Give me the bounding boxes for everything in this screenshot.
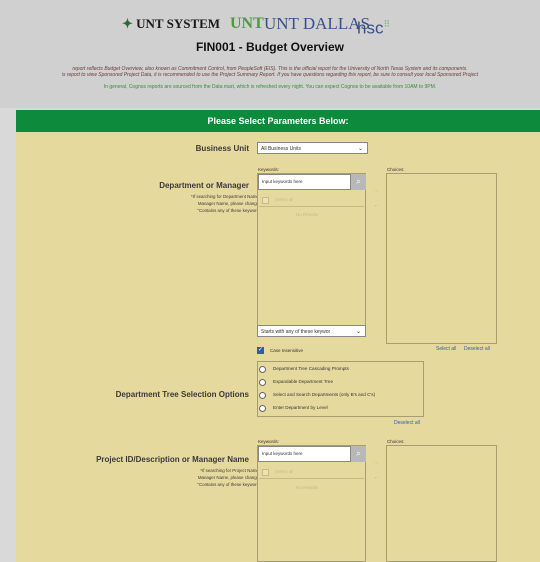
tree-option-label: Select and Search Departments (only B's … xyxy=(273,392,376,397)
search-icon[interactable]: ⌕ xyxy=(351,446,366,462)
chevron-down-icon: ⌄ xyxy=(355,329,361,335)
tree-deselect-all-link[interactable]: Deselect all xyxy=(394,420,420,426)
parameters-form: Business Unit All Business Units ⌄ Depart… xyxy=(16,132,540,562)
tree-option-label: Enter Department by Level xyxy=(273,405,328,410)
case-insensitive-label: Case Insensitive xyxy=(270,348,304,353)
divider xyxy=(259,478,364,479)
availability-note: In general, Cognos reports are sourced f… xyxy=(103,84,437,90)
case-insensitive-checkbox[interactable]: ✓ xyxy=(257,347,264,354)
star-icon: ✦ xyxy=(122,16,133,31)
business-unit-label: Business Unit xyxy=(195,144,249,153)
match-mode-select[interactable]: Starts with any of these keywor ⌄ xyxy=(257,325,366,337)
unt-system-logo: ✦ UNT SYSTEM xyxy=(122,16,221,31)
unt-dallas-logo: UNT DALLAS xyxy=(264,14,370,33)
project-hint: *If searching for Project Name or Manage… xyxy=(197,468,264,487)
project-keywords-label: Keywords: xyxy=(258,439,280,444)
project-choices-label: Choices: xyxy=(387,439,405,444)
project-label: Project ID/Description or Manager Name xyxy=(96,455,249,464)
department-results-list xyxy=(257,173,366,328)
logo-bar: ✦ UNT SYSTEM UNT UNT DALLAS hsc⠿ xyxy=(0,12,540,38)
arrow-left-icon[interactable]: ← xyxy=(373,474,380,481)
radio-select-search[interactable] xyxy=(259,392,266,399)
no-results-text: No Results xyxy=(296,212,319,217)
tree-option-label: Expandable Department Tree xyxy=(273,379,334,384)
info-note: is report to view Sponsored Project Data… xyxy=(61,72,479,78)
choices-label: Choices: xyxy=(387,167,405,172)
select-all-label: Select all xyxy=(275,197,294,202)
radio-enter-level[interactable] xyxy=(259,405,266,412)
unt-logo: UNT xyxy=(230,15,264,32)
dots-icon: ⠿ xyxy=(383,19,391,29)
arrow-left-icon[interactable]: ← xyxy=(373,202,380,209)
keywords-label: Keywords: xyxy=(258,167,280,172)
project-results-list xyxy=(257,445,366,562)
chevron-down-icon: ⌄ xyxy=(357,146,363,152)
page-title: FIN001 - Budget Overview xyxy=(195,40,345,54)
tree-option-label: Department Tree Cascading Prompts xyxy=(273,366,349,371)
arrow-right-icon[interactable]: → xyxy=(373,459,380,466)
parameters-banner: Please Select Parameters Below: xyxy=(16,110,540,132)
department-hint: *If searching for Department Name or Man… xyxy=(191,194,264,213)
divider xyxy=(259,206,364,207)
project-search-input[interactable]: Input keywords here xyxy=(258,446,351,462)
project-choices-list[interactable] xyxy=(386,445,497,562)
department-search-input[interactable]: Input keywords here xyxy=(258,174,351,190)
business-unit-select[interactable]: All Business Units ⌄ xyxy=(257,142,368,154)
radio-cascading[interactable] xyxy=(259,366,266,373)
department-label: Department or Manager xyxy=(159,181,249,190)
department-choices-list[interactable] xyxy=(386,173,497,344)
project-no-results-text: No Results xyxy=(296,485,319,490)
hsc-logo: hsc⠿ xyxy=(357,18,391,38)
project-select-all-label: Select all xyxy=(275,469,294,474)
radio-expandable[interactable] xyxy=(259,379,266,386)
select-all-checkbox[interactable] xyxy=(262,197,269,204)
arrow-right-icon[interactable]: → xyxy=(373,187,380,194)
report-header: ✦ UNT SYSTEM UNT UNT DALLAS hsc⠿ FIN001 … xyxy=(0,0,540,108)
project-select-all-checkbox[interactable] xyxy=(262,469,269,476)
deselect-all-link[interactable]: Deselect all xyxy=(464,346,490,352)
search-icon[interactable]: ⌕ xyxy=(351,174,366,190)
select-all-link[interactable]: Select all xyxy=(436,346,456,352)
tree-options-label: Department Tree Selection Options xyxy=(115,390,249,399)
